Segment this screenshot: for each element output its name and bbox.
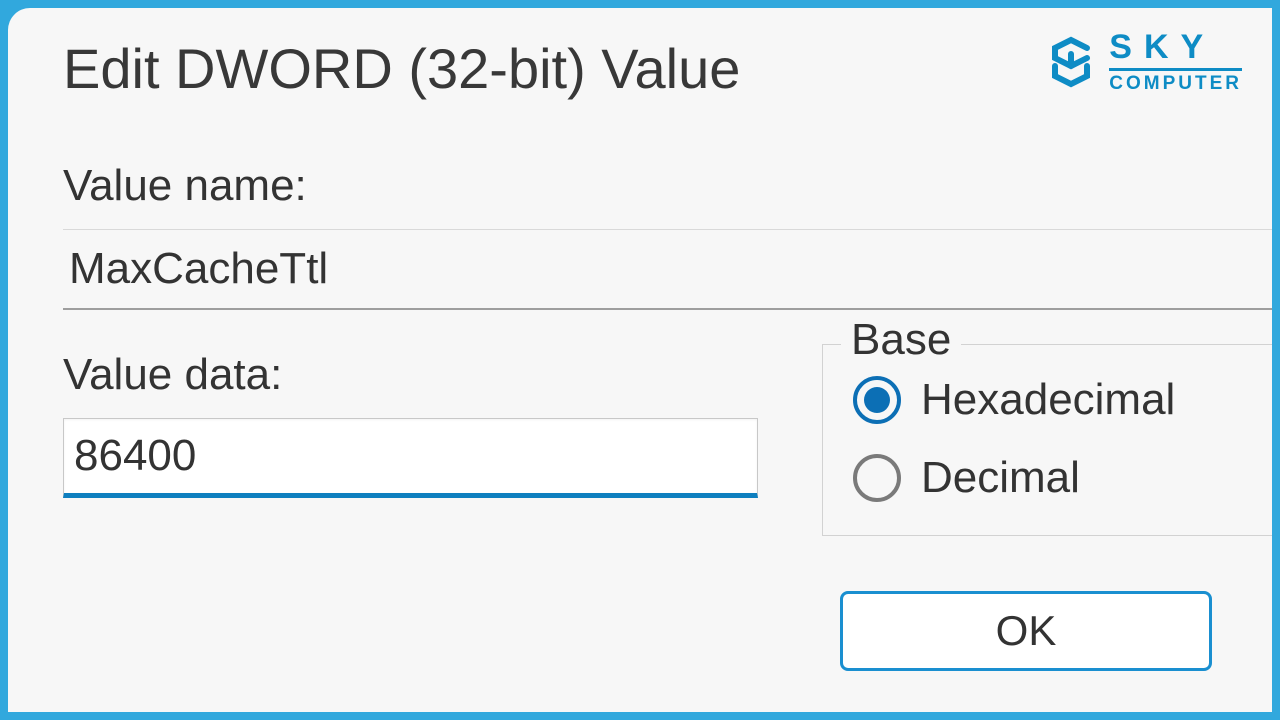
logo-bottom-line: COMPUTER xyxy=(1109,74,1242,93)
radio-decimal[interactable]: Decimal xyxy=(853,439,1272,517)
edit-dword-dialog: SKY COMPUTER Edit DWORD (32-bit) Value V… xyxy=(8,8,1272,712)
logo-text: SKY COMPUTER xyxy=(1109,30,1242,93)
base-fieldset: Base Hexadecimal Decimal xyxy=(822,344,1272,536)
value-name-label: Value name: xyxy=(63,161,1272,211)
logo-icon xyxy=(1043,34,1099,90)
ok-button[interactable]: OK xyxy=(840,591,1212,671)
radio-hex-label: Hexadecimal xyxy=(921,375,1175,425)
value-data-section: Value data: xyxy=(63,350,763,498)
base-legend: Base xyxy=(841,315,961,365)
radio-selected-icon xyxy=(853,376,901,424)
value-data-label: Value data: xyxy=(63,350,763,400)
radio-hexadecimal[interactable]: Hexadecimal xyxy=(853,361,1272,439)
brand-logo: SKY COMPUTER xyxy=(1043,30,1242,93)
radio-unselected-icon xyxy=(853,454,901,502)
value-name-input[interactable] xyxy=(63,229,1272,310)
value-data-input[interactable] xyxy=(63,418,758,498)
radio-dec-label: Decimal xyxy=(921,453,1080,503)
value-name-section: Value name: xyxy=(63,161,1272,310)
logo-top-line: SKY xyxy=(1109,30,1242,71)
